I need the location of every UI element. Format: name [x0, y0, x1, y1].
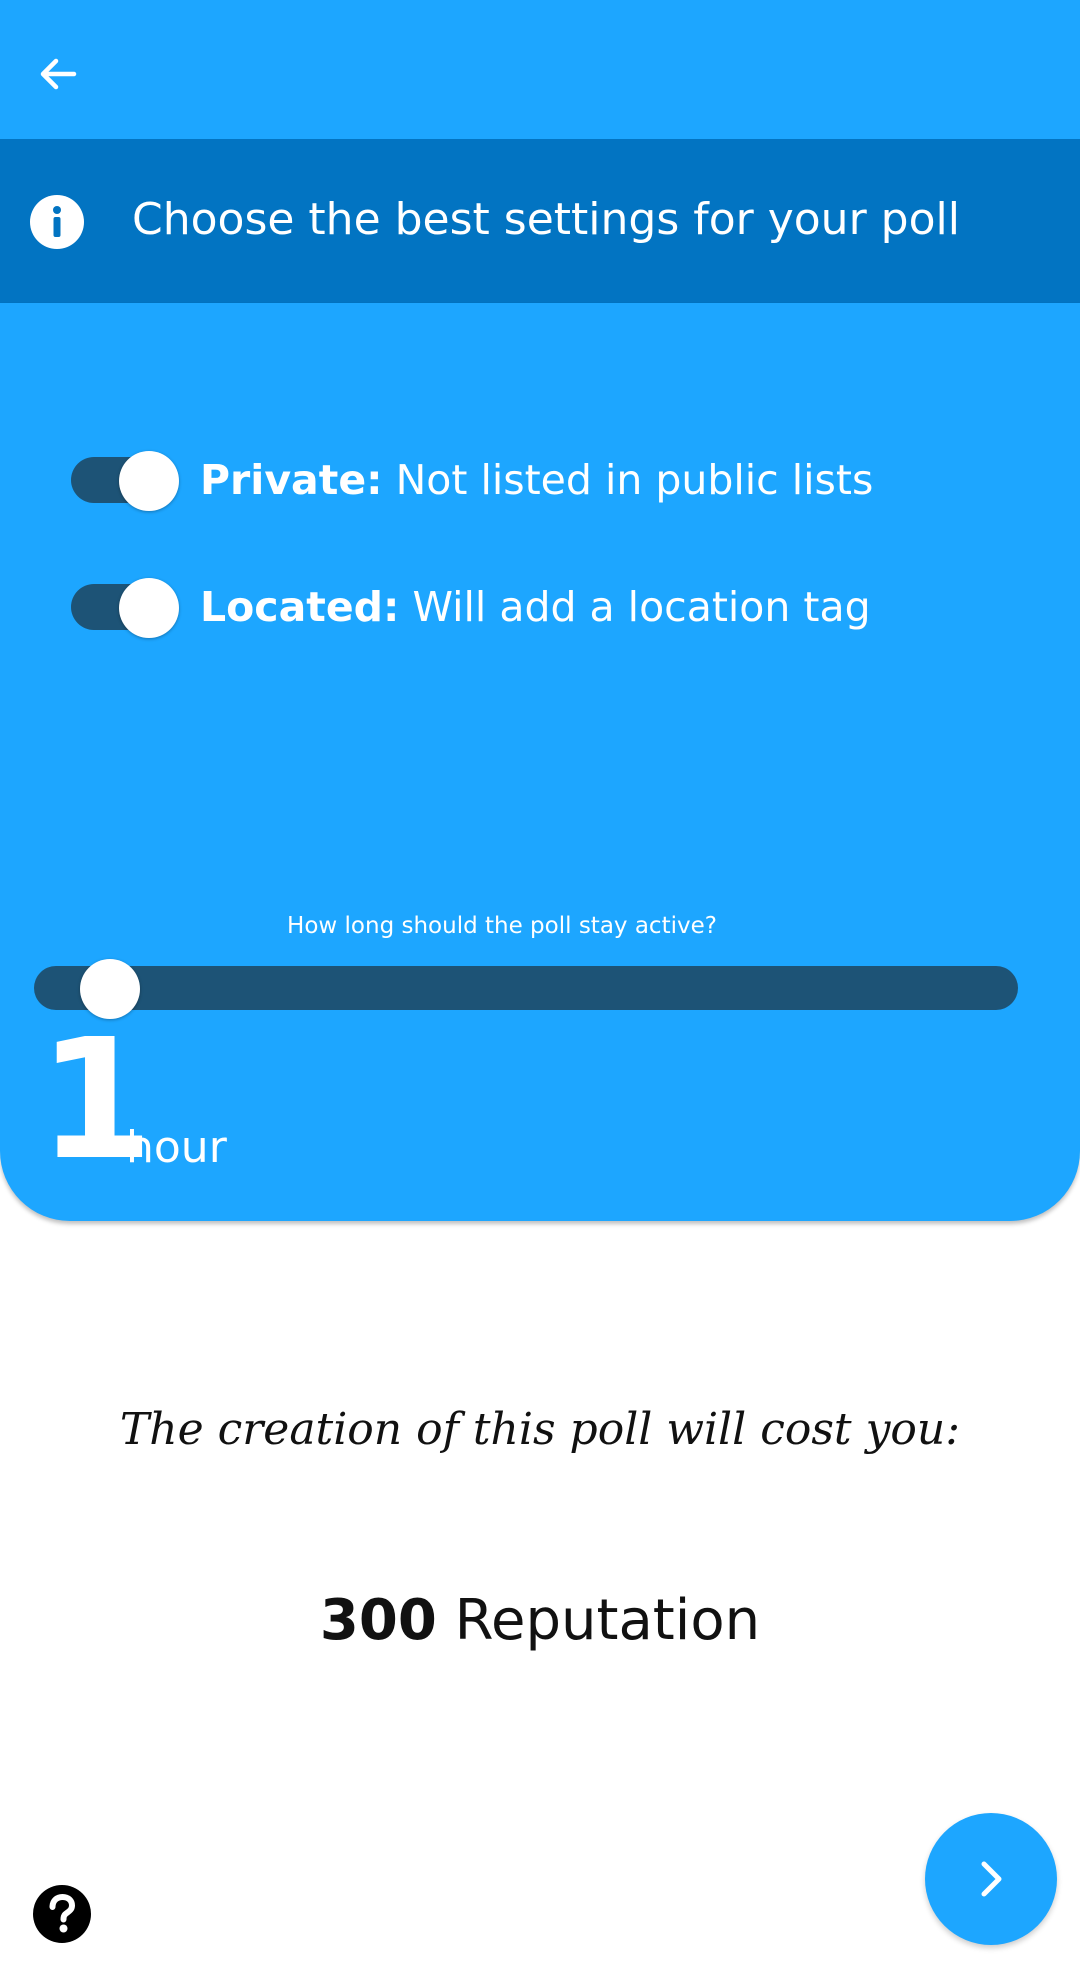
back-button[interactable] [28, 44, 88, 104]
located-toggle[interactable] [71, 578, 179, 638]
question-circle-icon [33, 1885, 91, 1943]
private-description: Not listed in public lists [395, 456, 874, 504]
info-banner-text: Choose the best settings for your poll [132, 194, 960, 245]
private-title: Private: [200, 456, 383, 504]
located-toggle-label: Located: Will add a location tag [200, 577, 871, 637]
located-title: Located: [200, 583, 400, 631]
duration-question: How long should the poll stay active? [287, 913, 717, 939]
cost-line: 300 Reputation [0, 1586, 1080, 1656]
chevron-right-icon [981, 1861, 1002, 1897]
private-toggle[interactable] [71, 451, 179, 511]
located-toggle-knob [119, 578, 179, 638]
app-bar [0, 0, 1080, 139]
help-button[interactable] [32, 1884, 92, 1944]
cost-currency: Reputation [454, 1588, 761, 1653]
private-toggle-knob [119, 451, 179, 511]
located-description: Will add a location tag [412, 583, 871, 631]
settings-panel [0, 303, 1080, 1221]
cost-caption: The creation of this poll will cost you: [119, 1404, 961, 1455]
duration-slider-track[interactable] [34, 966, 1018, 1010]
cost-amount: 300 [319, 1588, 437, 1653]
next-button[interactable] [925, 1813, 1057, 1945]
arrow-left-icon [40, 58, 77, 90]
private-toggle-label: Private: Not listed in public lists [200, 450, 873, 510]
duration-unit: hour [126, 1122, 227, 1173]
info-icon [30, 195, 84, 249]
